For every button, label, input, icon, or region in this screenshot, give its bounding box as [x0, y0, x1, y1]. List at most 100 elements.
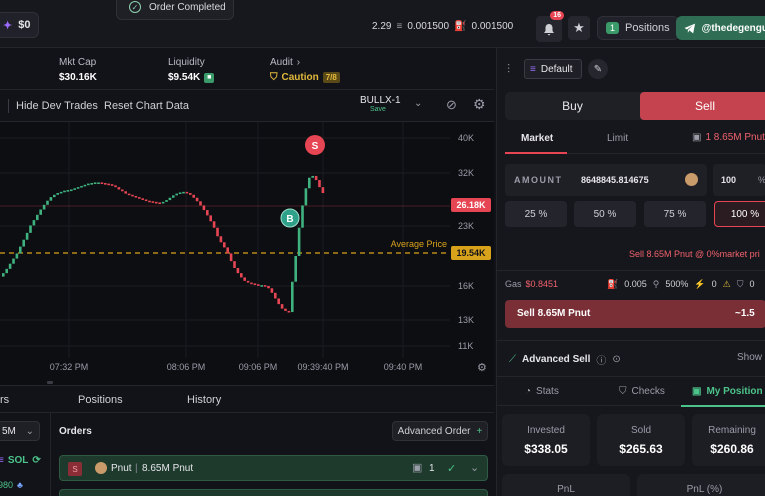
candle: [19, 246, 22, 254]
positions-count: 1: [606, 22, 620, 34]
candle: [32, 220, 36, 226]
candle: [267, 286, 270, 289]
advanced-order-button[interactable]: Advanced Order +: [392, 421, 488, 441]
notifications-button[interactable]: 16: [536, 11, 564, 42]
x-tick-label: 09:39:40 PM: [297, 362, 348, 372]
check-icon[interactable]: ✓: [447, 462, 456, 475]
candle: [202, 205, 206, 211]
warning-icon: ⚠: [722, 279, 731, 289]
tab-history[interactable]: History: [187, 394, 221, 406]
sell-tab[interactable]: Sell: [640, 92, 765, 120]
chart-settings-icon[interactable]: ⚙: [477, 362, 487, 374]
candle: [175, 193, 178, 196]
candle: [178, 192, 182, 195]
telegram-button[interactable]: @thedegengu: [676, 16, 765, 40]
edit-button[interactable]: ✎: [588, 59, 608, 79]
candle: [274, 292, 277, 299]
tab-orders[interactable]: rs: [0, 394, 9, 406]
tab-my-position[interactable]: ▣ My Position: [692, 386, 763, 397]
y-tick-label: 23K: [458, 221, 474, 231]
positions-button[interactable]: 1 Positions: [597, 16, 679, 40]
candle: [233, 261, 236, 268]
order-summary: Sell 8.65M Pnut @ 0%market pri: [629, 249, 760, 259]
bell-icon: [544, 23, 554, 35]
audit-stat[interactable]: Audit › ⛉ Caution 7/8: [270, 57, 340, 83]
candle: [80, 185, 83, 188]
tab-stats[interactable]: ◔ Stats: [525, 386, 559, 397]
shield-icon: ⛉: [619, 386, 627, 397]
history-icon: ◔: [525, 386, 532, 397]
chevron-down-icon[interactable]: ⌄: [414, 98, 422, 109]
candle: [134, 195, 138, 198]
tab-checks[interactable]: ⛉ Checks: [619, 386, 665, 397]
pct-75-button[interactable]: 75 %: [644, 201, 706, 227]
lock-icon: ■: [204, 72, 215, 83]
candle: [131, 194, 134, 197]
candle: [121, 189, 124, 192]
gear-icon[interactable]: ⚙: [473, 96, 486, 113]
orders-title: Orders: [59, 426, 92, 437]
gas-pump-icon: ⛽: [607, 279, 619, 289]
wallet-icon: ▣: [692, 132, 702, 143]
candle: [83, 184, 87, 187]
candle: [127, 193, 131, 196]
amount-input[interactable]: AMOUNT 8648845.814675: [505, 164, 707, 196]
candle: [270, 288, 274, 293]
candle: [185, 191, 189, 194]
pnl-card: PnL: [502, 474, 630, 496]
chevron-down-icon[interactable]: ⌄: [470, 461, 479, 474]
order-row[interactable]: S Pnut | 8.65M Pnut ▣ 1 ✓ ⌄: [59, 455, 488, 481]
wallet-balance-button[interactable]: ✦ $0: [0, 12, 40, 38]
pencil-icon: ✎: [593, 63, 603, 75]
candle: [301, 205, 304, 228]
active-tab-underline: [681, 405, 765, 407]
tab-market[interactable]: Market: [521, 133, 553, 144]
token-avatar: [95, 462, 107, 474]
candle: [219, 236, 223, 243]
sell-submit-button[interactable]: Sell 8.65M Pnut ~1.5: [505, 300, 765, 328]
timeframe-select[interactable]: 5M ⌄: [0, 421, 40, 441]
tab-positions[interactable]: Positions: [78, 394, 123, 406]
candle: [56, 193, 59, 195]
y-tick-label: 16K: [458, 281, 474, 291]
sol-balance: ≡ SOL ⟳: [0, 455, 41, 466]
advanced-sell-row[interactable]: ⟋ Advanced Sell ⓘ ⊙: [509, 352, 621, 367]
bolt-icon: ⚡: [694, 279, 706, 289]
hide-dev-trades-button[interactable]: Hide Dev Trades: [16, 100, 98, 112]
refresh-icon[interactable]: ⟳: [32, 455, 40, 466]
bot-selector[interactable]: BULLX-1 Save: [360, 95, 401, 113]
favorites-button[interactable]: ★: [568, 16, 590, 40]
x-tick-label: 07:32 PM: [50, 362, 89, 372]
average-price-text: Average Price: [391, 239, 447, 249]
candle: [229, 253, 233, 262]
reset-chart-button[interactable]: Reset Chart Data: [104, 100, 189, 112]
pct-100-button[interactable]: 100 %: [714, 201, 765, 227]
y-tick-label: 32K: [458, 168, 474, 178]
x-tick-label: 09:06 PM: [239, 362, 278, 372]
show-toggle[interactable]: Show: [737, 352, 762, 363]
sparkle-icon: ✦: [3, 19, 13, 32]
invested-card: Invested $338.05: [502, 414, 590, 466]
bell-icon: ♣: [17, 480, 23, 490]
mktcap-stat: Mkt Cap $30.16K: [59, 57, 97, 83]
order-row[interactable]: [59, 489, 488, 496]
pct-50-button[interactable]: 50 %: [574, 201, 636, 227]
sliders-icon[interactable]: ⫶: [507, 62, 510, 77]
candle: [5, 268, 8, 274]
candle: [226, 247, 229, 254]
candle: [151, 201, 155, 203]
buy-tab[interactable]: Buy: [505, 92, 640, 120]
preset-select[interactable]: ≡ Default: [524, 59, 582, 79]
candle: [15, 253, 19, 259]
pct-25-button[interactable]: 25 %: [505, 201, 567, 227]
tab-limit[interactable]: Limit: [607, 133, 628, 144]
indicator-icon[interactable]: ⊘: [446, 97, 457, 113]
plus-icon: +: [476, 425, 483, 437]
slippage-input[interactable]: 100 %: [713, 164, 765, 196]
candle: [318, 180, 321, 188]
candle: [223, 242, 226, 248]
audit-score-badge: 7/8: [322, 72, 340, 83]
divider: [497, 270, 765, 271]
price-chart[interactable]: Average Price 40K 32K 23K 16K 13K 11K 26.18K …: [0, 122, 494, 380]
candle: [216, 227, 219, 237]
